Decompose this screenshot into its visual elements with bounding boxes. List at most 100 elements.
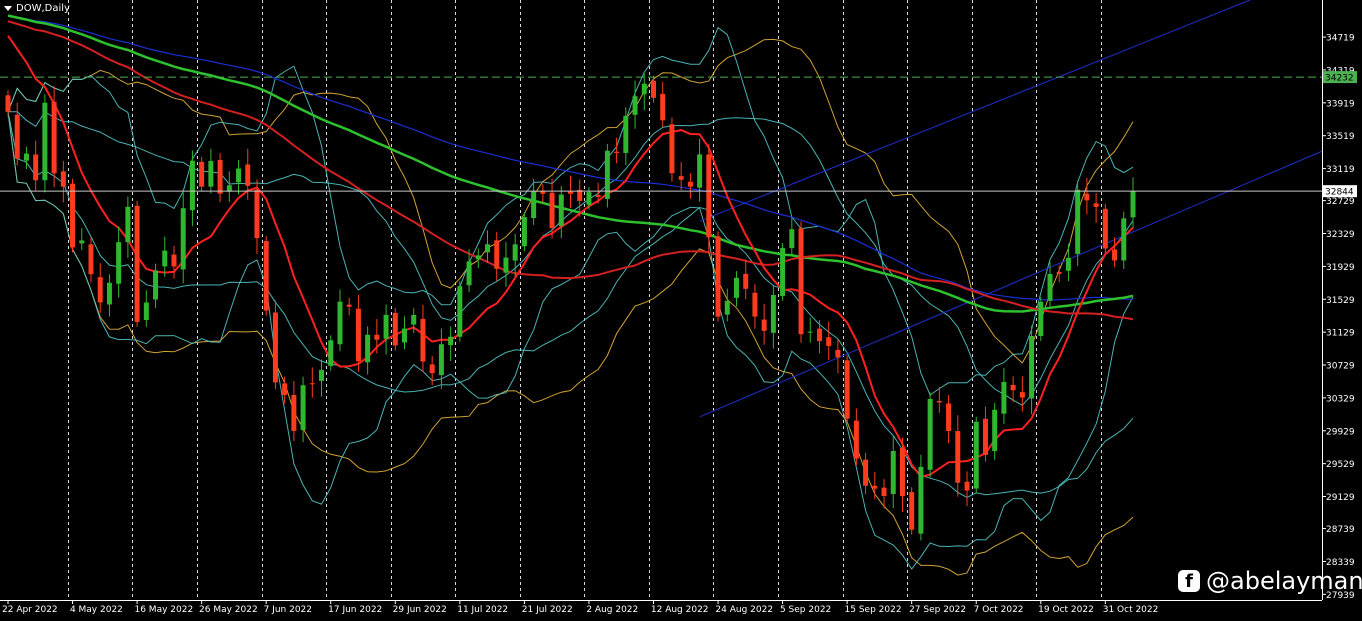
symbol-label[interactable]: DOW,Daily (4, 3, 70, 14)
candle-bull (1047, 273, 1053, 301)
candle-bull (23, 153, 29, 161)
candle-bear (51, 101, 57, 174)
candle-bull (531, 191, 537, 219)
candle-bear (134, 205, 140, 322)
y-tick-label: 32329 (1326, 230, 1355, 240)
candle-bear (936, 400, 942, 403)
candle-bull (697, 154, 703, 188)
candle-bear (429, 364, 435, 374)
candle-bear (374, 334, 380, 340)
candle-bear (798, 228, 804, 335)
candle-bull (1001, 381, 1007, 414)
candle-bull (116, 242, 122, 284)
moving-averages-layer (7, 14, 1134, 478)
candle-bear (568, 191, 573, 194)
candle-bull (807, 331, 813, 333)
candle-bull (328, 340, 334, 366)
candle-bull (485, 244, 491, 253)
candle-bear (97, 277, 103, 303)
candle-bull (890, 450, 896, 495)
candle-bear (614, 151, 620, 153)
candle-bear (1056, 271, 1062, 274)
candle-bear (70, 183, 76, 248)
candle-bull (457, 286, 463, 337)
candle-bear (60, 171, 66, 187)
watermark-handle: @abelayman (1206, 567, 1362, 595)
candle-bull (586, 192, 592, 205)
candle-bear (946, 403, 952, 432)
y-tick-label: 31529 (1326, 296, 1355, 306)
candle-bull (503, 257, 509, 273)
x-tick-label: 12 Aug 2022 (651, 605, 709, 615)
level-price-tag-label: 34232 (1325, 74, 1354, 84)
candle-bull (162, 250, 168, 267)
candle-bull (125, 206, 131, 243)
candles-layer (5, 73, 1136, 541)
candle-bull (300, 385, 306, 430)
candle-bull (770, 294, 776, 333)
candle-bear (844, 360, 850, 419)
candle-bear (272, 312, 278, 383)
candle-bull (1075, 189, 1081, 254)
candle-bear (5, 95, 11, 112)
candle-bull (521, 217, 527, 247)
candle-bear (743, 273, 749, 289)
chart-area[interactable]: 3471934319339193351933119327293232931929… (0, 0, 1362, 621)
candle-bear (955, 431, 961, 483)
candle-bear (1112, 249, 1118, 261)
candle-bull (604, 150, 610, 199)
candle-bull (153, 270, 159, 300)
candle-bear (761, 319, 767, 331)
candle-bull (918, 466, 924, 534)
ma-green-line (7, 14, 1134, 313)
candle-bear (816, 328, 822, 342)
candle-bear (881, 487, 887, 497)
candle-bull (365, 334, 371, 363)
x-tick-label: 7 Oct 2022 (974, 605, 1024, 615)
candle-bull (180, 208, 186, 270)
price-chart[interactable]: 3471934319339193351933119327293232931929… (0, 0, 1362, 621)
x-tick-label: 27 Sep 2022 (909, 605, 966, 615)
candle-bull (724, 300, 730, 315)
axes-layer: 3471934319339193351933119327293232931929… (0, 0, 1357, 615)
candle-bear (171, 254, 177, 267)
x-tick-label: 31 Oct 2022 (1103, 605, 1159, 615)
candle-bull (438, 344, 444, 376)
channel-layer (699, 0, 1323, 418)
x-tick-label: 5 Sep 2022 (780, 605, 831, 615)
candle-bull (641, 83, 647, 95)
candle-bear (909, 492, 915, 530)
candle-bear (835, 349, 841, 358)
candle-bear (494, 240, 500, 269)
candle-bear (982, 418, 988, 456)
candle-bull (558, 194, 564, 227)
triangle-down-icon[interactable] (4, 5, 12, 11)
grid-layer (68, 0, 1102, 600)
current-price-tag-label: 32844 (1325, 188, 1354, 198)
y-tick-label: 30329 (1326, 394, 1355, 404)
candle-bull (208, 160, 214, 187)
candle-bear (346, 304, 352, 307)
ma-red-slow-line (7, 20, 1134, 321)
candle-bull (143, 302, 149, 320)
watermark: f @abelayman (1178, 567, 1362, 595)
symbol-text: DOW,Daily (16, 3, 70, 14)
candle-bear (715, 236, 721, 317)
candle-bull (512, 244, 518, 261)
candle-bear (1093, 203, 1099, 207)
candle-bear (964, 481, 970, 491)
candle-bear (1010, 384, 1016, 391)
facebook-icon: f (1178, 570, 1200, 592)
candle-bear (678, 176, 684, 180)
candle-bear (595, 195, 601, 197)
x-tick-label: 29 Jun 2022 (393, 605, 447, 615)
candle-bull (1130, 191, 1136, 218)
candle-bear (660, 93, 666, 121)
y-tick-label: 33519 (1326, 132, 1355, 142)
candle-bull (411, 314, 417, 325)
candle-bull (973, 421, 979, 489)
y-tick-label: 31129 (1326, 329, 1355, 339)
candle-bull (319, 369, 325, 381)
candle-bull (448, 336, 454, 346)
candle-bull (383, 314, 389, 339)
